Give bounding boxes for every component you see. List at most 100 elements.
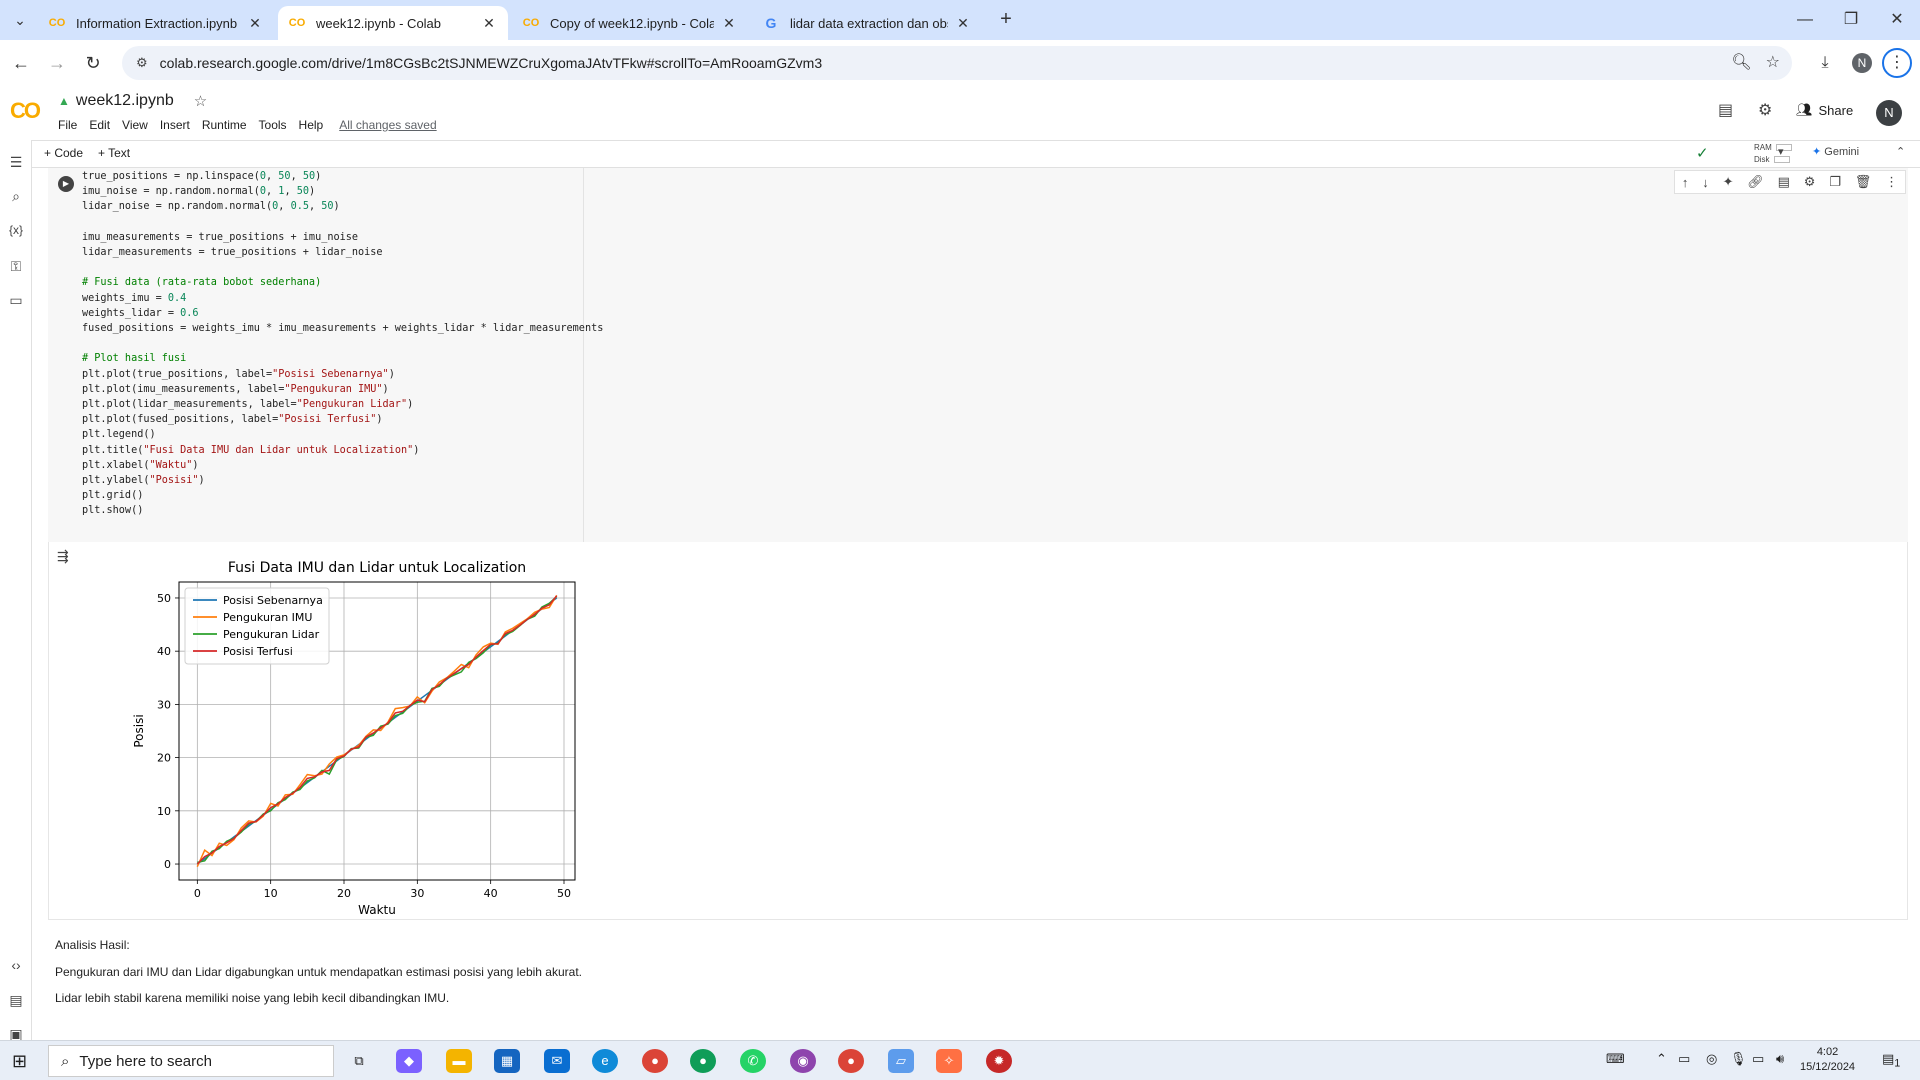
notebook-title[interactable]: week12.ipynb xyxy=(76,92,174,110)
code-line[interactable] xyxy=(82,336,583,351)
notification-icon[interactable]: ▤1 xyxy=(1882,1051,1900,1070)
microphone-icon[interactable]: 🎙︎ xyxy=(1730,1051,1747,1067)
code-line[interactable]: fused_positions = weights_imu * imu_meas… xyxy=(82,321,603,336)
browser-tab-week12[interactable]: CO week12.ipynb - Colab ✕ xyxy=(278,6,508,40)
new-tab-icon[interactable]: + xyxy=(994,8,1018,32)
code-line[interactable] xyxy=(82,260,583,275)
notepad-icon[interactable]: ▱ xyxy=(888,1049,914,1073)
browser-tab-information-extraction[interactable]: CO Information Extraction.ipynb - C ✕ xyxy=(38,6,274,40)
code-line[interactable]: imu_measurements = true_positions + imu_… xyxy=(82,230,583,245)
code-line[interactable]: true_positions = np.linspace(0, 50, 50) xyxy=(82,169,583,184)
code-line[interactable]: plt.title("Fusi Data IMU dan Lidar untuk… xyxy=(82,443,583,458)
command-palette-icon[interactable]: ▤ xyxy=(6,990,26,1010)
tab-search-chevron-icon[interactable]: ⌄ xyxy=(8,8,32,32)
comment-icon[interactable]: ▤ xyxy=(1778,174,1790,190)
camera-icon[interactable]: ◎ xyxy=(1706,1051,1717,1067)
delete-icon[interactable]: 🗑︎ xyxy=(1855,174,1872,190)
code-line[interactable]: plt.grid() xyxy=(82,488,583,503)
star-icon[interactable]: ☆ xyxy=(194,92,207,110)
window-close-icon[interactable]: ✕ xyxy=(1874,8,1920,32)
tab-close-icon[interactable]: ✕ xyxy=(480,15,498,32)
colab-logo[interactable]: CO xyxy=(10,98,41,124)
store-icon[interactable]: ▦ xyxy=(494,1049,520,1073)
code-line[interactable]: plt.plot(imu_measurements, label="Penguk… xyxy=(82,382,583,397)
code-line[interactable]: plt.plot(fused_positions, label="Posisi … xyxy=(82,412,583,427)
code-line[interactable]: weights_imu = 0.4 xyxy=(82,291,583,306)
mail-icon[interactable]: ✉ xyxy=(544,1049,570,1073)
battery-icon[interactable]: ▭ xyxy=(1678,1051,1690,1067)
add-text-button[interactable]: + Text xyxy=(98,146,130,160)
keyboard-icon[interactable]: ⌨ xyxy=(1606,1051,1625,1067)
files-folder-icon[interactable]: ▭ xyxy=(6,290,26,310)
system-clock[interactable]: 4:02 15/12/2024 xyxy=(1800,1045,1855,1075)
download-icon[interactable]: ⤓ xyxy=(1812,50,1838,76)
windows-start-icon[interactable]: ⊞ xyxy=(12,1051,27,1072)
browser-tab-copy-week12[interactable]: CO Copy of week12.ipynb - Colab ✕ xyxy=(512,6,748,40)
site-info-icon[interactable]: ⚙ xyxy=(136,55,148,71)
tray-chevron-icon[interactable]: ⌃ xyxy=(1656,1051,1667,1067)
code-line[interactable]: plt.show() xyxy=(82,503,583,518)
gemini-button[interactable]: ✦ Gemini xyxy=(1812,145,1859,158)
comments-icon[interactable]: ▤ xyxy=(1718,100,1733,120)
menu-edit[interactable]: Edit xyxy=(89,118,110,132)
url-text[interactable]: colab.research.google.com/drive/1m8CGsBc… xyxy=(160,55,822,71)
code-snippets-icon[interactable]: ‹› xyxy=(6,955,26,975)
reload-icon[interactable]: ↻ xyxy=(80,50,106,76)
code-line[interactable] xyxy=(82,215,583,230)
task-view-icon[interactable]: ⧉ xyxy=(346,1049,372,1073)
chrome-profile-icon[interactable]: ● xyxy=(690,1049,716,1073)
code-line[interactable]: # Plot hasil fusi xyxy=(82,351,583,366)
back-icon[interactable]: ← xyxy=(8,50,34,76)
add-code-button[interactable]: + Code xyxy=(44,146,83,160)
gemini-cell-icon[interactable]: ✦ xyxy=(1723,174,1734,190)
share-button[interactable]: 👥︎ Share xyxy=(1796,102,1853,118)
secrets-key-icon[interactable]: ⚿ xyxy=(6,256,26,276)
code-line[interactable]: weights_lidar = 0.6 xyxy=(82,306,583,321)
settings-gear-icon[interactable]: ⚙ xyxy=(1758,100,1772,120)
more-options-icon[interactable]: ⋮ xyxy=(1885,174,1898,190)
copilot-icon[interactable]: ◆ xyxy=(396,1049,422,1073)
runtime-dropdown-icon[interactable]: ▾ xyxy=(1778,145,1784,158)
browser-tab-lidar-search[interactable]: G lidar data extraction dan obstac ✕ xyxy=(752,6,982,40)
save-status[interactable]: All changes saved xyxy=(339,118,436,132)
restore-icon[interactable]: ❐ xyxy=(1828,8,1874,32)
collapse-header-icon[interactable]: ⌃ xyxy=(1896,145,1905,158)
code-line[interactable]: lidar_measurements = true_positions + li… xyxy=(82,245,583,260)
file-explorer-icon[interactable]: ▬ xyxy=(446,1049,472,1073)
code-line[interactable]: plt.xlabel("Waktu") xyxy=(82,458,583,473)
code-line[interactable]: plt.plot(lidar_measurements, label="Peng… xyxy=(82,397,583,412)
zoom-icon[interactable]: 🔍︎ xyxy=(1731,52,1751,72)
bug-app-icon[interactable]: ✹ xyxy=(986,1049,1012,1073)
mirror-cell-icon[interactable]: ❐ xyxy=(1829,174,1841,190)
menu-tools[interactable]: Tools xyxy=(259,118,287,132)
menu-runtime[interactable]: Runtime xyxy=(202,118,247,132)
cell-settings-icon[interactable]: ⚙ xyxy=(1804,174,1816,190)
forward-icon[interactable]: → xyxy=(44,50,70,76)
link-icon[interactable]: 🔗︎ xyxy=(1747,174,1764,190)
tab-close-icon[interactable]: ✕ xyxy=(720,15,738,32)
code-line[interactable]: imu_noise = np.random.normal(0, 1, 50) xyxy=(82,184,583,199)
whatsapp-icon[interactable]: ✆ xyxy=(740,1049,766,1073)
address-bar[interactable]: ⚙ colab.research.google.com/drive/1m8CGs… xyxy=(122,46,1792,80)
code-line[interactable]: plt.plot(true_positions, label="Posisi S… xyxy=(82,367,583,382)
code-cell[interactable]: ▶ true_positions = np.linspace(0, 50, 50… xyxy=(48,168,1908,542)
menu-insert[interactable]: Insert xyxy=(160,118,190,132)
variables-icon[interactable]: {x} xyxy=(6,220,26,240)
code-text[interactable]: true_positions = np.linspace(0, 50, 50) i… xyxy=(82,169,603,519)
volume-icon[interactable]: 🔊︎ xyxy=(1776,1051,1784,1067)
menu-help[interactable]: Help xyxy=(299,118,324,132)
table-of-contents-icon[interactable]: ☰ xyxy=(6,152,26,172)
network-icon[interactable]: ▭ xyxy=(1752,1051,1764,1067)
ram-disk-indicator[interactable]: RAM Disk xyxy=(1754,142,1792,166)
code-line[interactable]: plt.legend() xyxy=(82,427,583,442)
user-avatar[interactable]: N xyxy=(1876,100,1902,126)
browser-menu-icon[interactable]: ⋮ xyxy=(1882,48,1912,78)
menu-view[interactable]: View xyxy=(122,118,148,132)
search-icon[interactable]: ⌕ xyxy=(6,186,26,206)
chrome-active-icon[interactable]: ● xyxy=(838,1049,864,1073)
tab-close-icon[interactable]: ✕ xyxy=(954,15,972,32)
code-line[interactable]: # Fusi data (rata-rata bobot sederhana) xyxy=(82,275,583,290)
edge-icon[interactable]: e xyxy=(592,1049,618,1073)
move-up-icon[interactable]: ↑ xyxy=(1682,175,1689,190)
taskbar-search[interactable]: ⌕ Type here to search xyxy=(48,1045,334,1077)
